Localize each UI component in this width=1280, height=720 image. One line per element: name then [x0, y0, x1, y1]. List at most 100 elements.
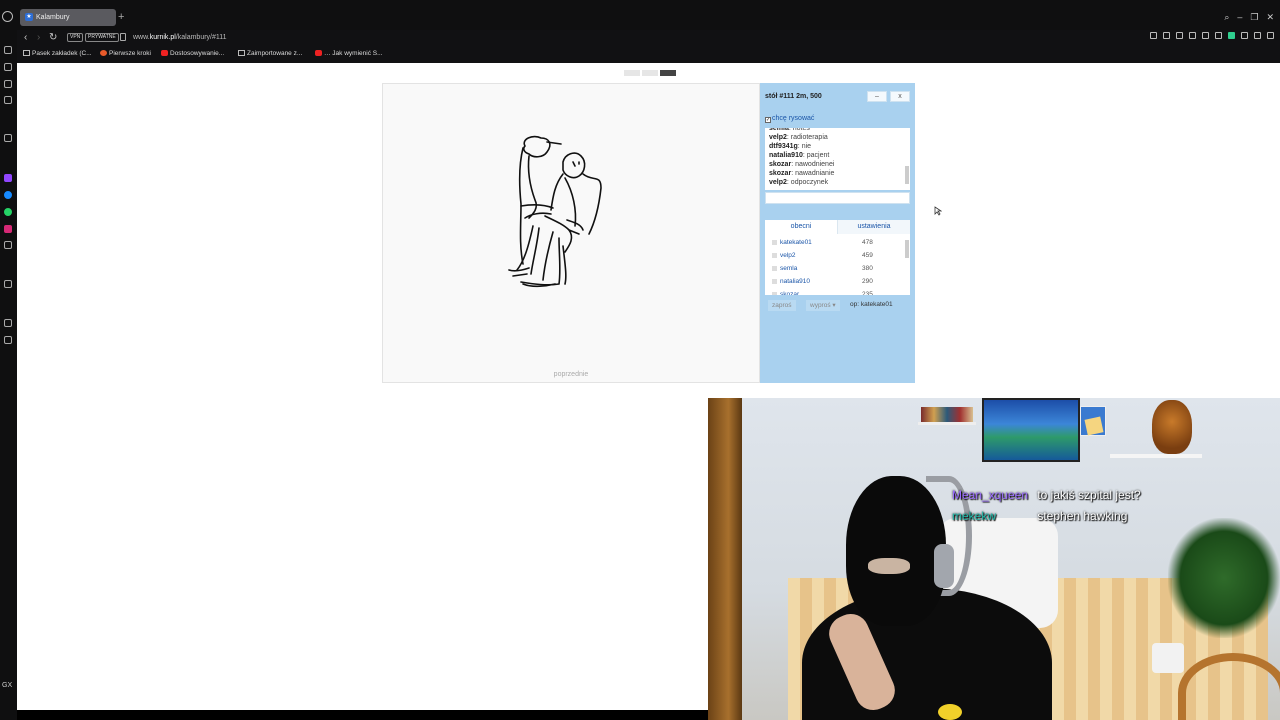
back-icon[interactable]: ‹ [24, 31, 27, 44]
chat-message: skozar: nawodnienei [769, 161, 835, 168]
sidebar-settings-icon[interactable] [4, 336, 12, 344]
chat-message: semla: notes [769, 128, 810, 132]
player-row[interactable]: katekate01 478 [765, 237, 910, 249]
sidebar-home-icon[interactable] [4, 46, 12, 54]
player-status-icon [772, 253, 777, 258]
bookmark-customize[interactable]: Dostosowywanie... [161, 49, 224, 59]
player-status-icon [772, 292, 777, 295]
bookmark-first-steps[interactable]: Pierwsze kroki [100, 49, 151, 59]
player-status-icon [772, 240, 777, 245]
webcam-shelf [918, 422, 976, 425]
player-row[interactable]: velp2 459 [765, 250, 910, 262]
heart-icon[interactable] [1202, 32, 1209, 39]
address-bar: ‹ › ↻ VPN PRYWATNE www.kurnik.pl/kalambu… [0, 30, 1280, 45]
sidebar-messenger-icon[interactable] [4, 191, 12, 199]
webcam-door [708, 398, 742, 720]
webcam-headphone-cup [934, 544, 954, 588]
sidebar-news-icon[interactable] [4, 96, 12, 104]
tab-settings[interactable]: ustawienia [837, 220, 910, 234]
private-badge: PRYWATNE [85, 33, 119, 42]
mouse-cursor-icon [934, 206, 942, 216]
extension-icon[interactable] [1228, 32, 1235, 39]
snapshot-icon[interactable] [1163, 32, 1170, 39]
toolbar-icons [1150, 32, 1274, 39]
webcam-books [921, 407, 973, 422]
url-field[interactable]: www.kurnik.pl/kalambury/#111 [133, 32, 227, 43]
close-window-icon[interactable]: ✕ [1266, 10, 1274, 24]
invite-button[interactable]: zaproś [768, 300, 796, 311]
sidebar-twitch-icon[interactable] [4, 174, 12, 182]
sidebar-gx-label[interactable]: GX [2, 682, 12, 689]
stream-chat-text: to jakiś szpital jest? [1037, 488, 1141, 502]
stream-chat-text: stephen hawking [1037, 509, 1128, 523]
player-row[interactable]: semla 380 [765, 263, 910, 275]
operator-name: katekate01 [860, 301, 893, 308]
download-icon[interactable] [1254, 32, 1261, 39]
play-icon[interactable] [1189, 32, 1196, 39]
webcam-plush-toy [1152, 400, 1192, 454]
sidebar-aria-icon[interactable] [4, 134, 12, 142]
checkbox-icon[interactable]: ✓ [765, 117, 771, 123]
bookmark-imported[interactable]: Zaimportowane z... [238, 49, 302, 59]
window-controls: ⌕ – ❐ ✕ [1224, 10, 1274, 24]
chat-input[interactable] [765, 192, 910, 204]
search-tabs-icon[interactable]: ⌕ [1224, 10, 1229, 24]
new-tab-button[interactable]: + [118, 10, 124, 24]
table-title: stół #111 2m, 500 [765, 93, 822, 100]
vpn-badge[interactable]: VPN [67, 33, 84, 42]
sidebar-history-icon[interactable] [4, 280, 12, 288]
webcam-flower [938, 704, 962, 720]
kick-button[interactable]: wyproś ▾ [806, 300, 840, 311]
players-tabs: obecni ustawienia [765, 220, 910, 234]
stream-chat-user: mekekw [952, 509, 997, 523]
extensions-puzzle-icon[interactable] [1241, 32, 1248, 39]
want-draw-checkbox[interactable]: ✓ chcę rysować [765, 115, 814, 123]
previous-link[interactable]: poprzednie [383, 371, 759, 378]
webcam-pot [1152, 643, 1184, 673]
bookmark-icon[interactable] [1150, 32, 1157, 39]
players-list[interactable]: katekate01 478 velp2 459 semla 380 natalia9… [765, 234, 910, 295]
taskbar-strip [17, 710, 717, 720]
sidebar-x-icon[interactable] [4, 241, 12, 249]
history-slot[interactable] [642, 70, 658, 76]
bookmark-video[interactable]: … Jak wymienić S... [315, 49, 383, 59]
reload-icon[interactable]: ↻ [49, 31, 57, 44]
tab-present[interactable]: obecni [765, 220, 837, 234]
drawing-canvas[interactable]: poprzednie [382, 83, 760, 383]
lock-icon[interactable] [120, 33, 126, 41]
want-draw-label: chcę rysować [772, 115, 815, 122]
sidebar-shield-icon[interactable] [4, 319, 12, 327]
restore-window-icon[interactable]: ❐ [1250, 10, 1258, 24]
shield-icon[interactable] [1176, 32, 1183, 39]
player-row[interactable]: natalia910 290 [765, 276, 910, 288]
tab-title: Kalambury [36, 14, 70, 21]
settings-icon[interactable] [1215, 32, 1222, 39]
webcam-shelf [1110, 454, 1202, 458]
chat-scrollbar[interactable] [905, 166, 909, 184]
players-scrollbar[interactable] [905, 240, 909, 258]
player-status-icon [772, 266, 777, 271]
minimize-panel-button[interactable]: – [867, 91, 887, 102]
bookmarks-bar: Pasek zakładek (C... Pierwsze kroki Dost… [0, 45, 1280, 63]
tab-favicon-icon: ★ [25, 13, 33, 21]
forward-icon[interactable]: › [37, 31, 40, 44]
chat-message: dtf9341g: nie [769, 143, 812, 150]
folder-icon [238, 50, 245, 56]
player-row[interactable]: skozar 235 [765, 289, 910, 295]
sidebar-shop-icon[interactable] [4, 63, 12, 71]
close-panel-button[interactable]: x [890, 91, 910, 102]
tab-kalambury[interactable]: ★ Kalambury [20, 9, 116, 26]
chat-log[interactable]: semla: notes velp2: radioterapia dtf9341… [765, 128, 910, 190]
opera-logo-icon[interactable] [2, 11, 13, 22]
history-slot-active[interactable] [660, 70, 676, 76]
minimize-window-icon[interactable]: – [1237, 10, 1242, 24]
history-slot[interactable] [624, 70, 640, 76]
game-panel: stół #111 2m, 500 – x ✓ chcę rysować seml… [760, 83, 915, 383]
sidebar-whatsapp-icon[interactable] [4, 208, 12, 216]
bookmark-folder[interactable]: Pasek zakładek (C... [23, 49, 92, 59]
sidebar-stack-icon[interactable] [4, 80, 12, 88]
menu-icon[interactable] [1267, 32, 1274, 39]
sidebar-instagram-icon[interactable] [4, 225, 12, 233]
firefox-icon [100, 50, 107, 56]
screen: { "browser": { "tab_title": "Kalambury",… [0, 0, 1280, 720]
